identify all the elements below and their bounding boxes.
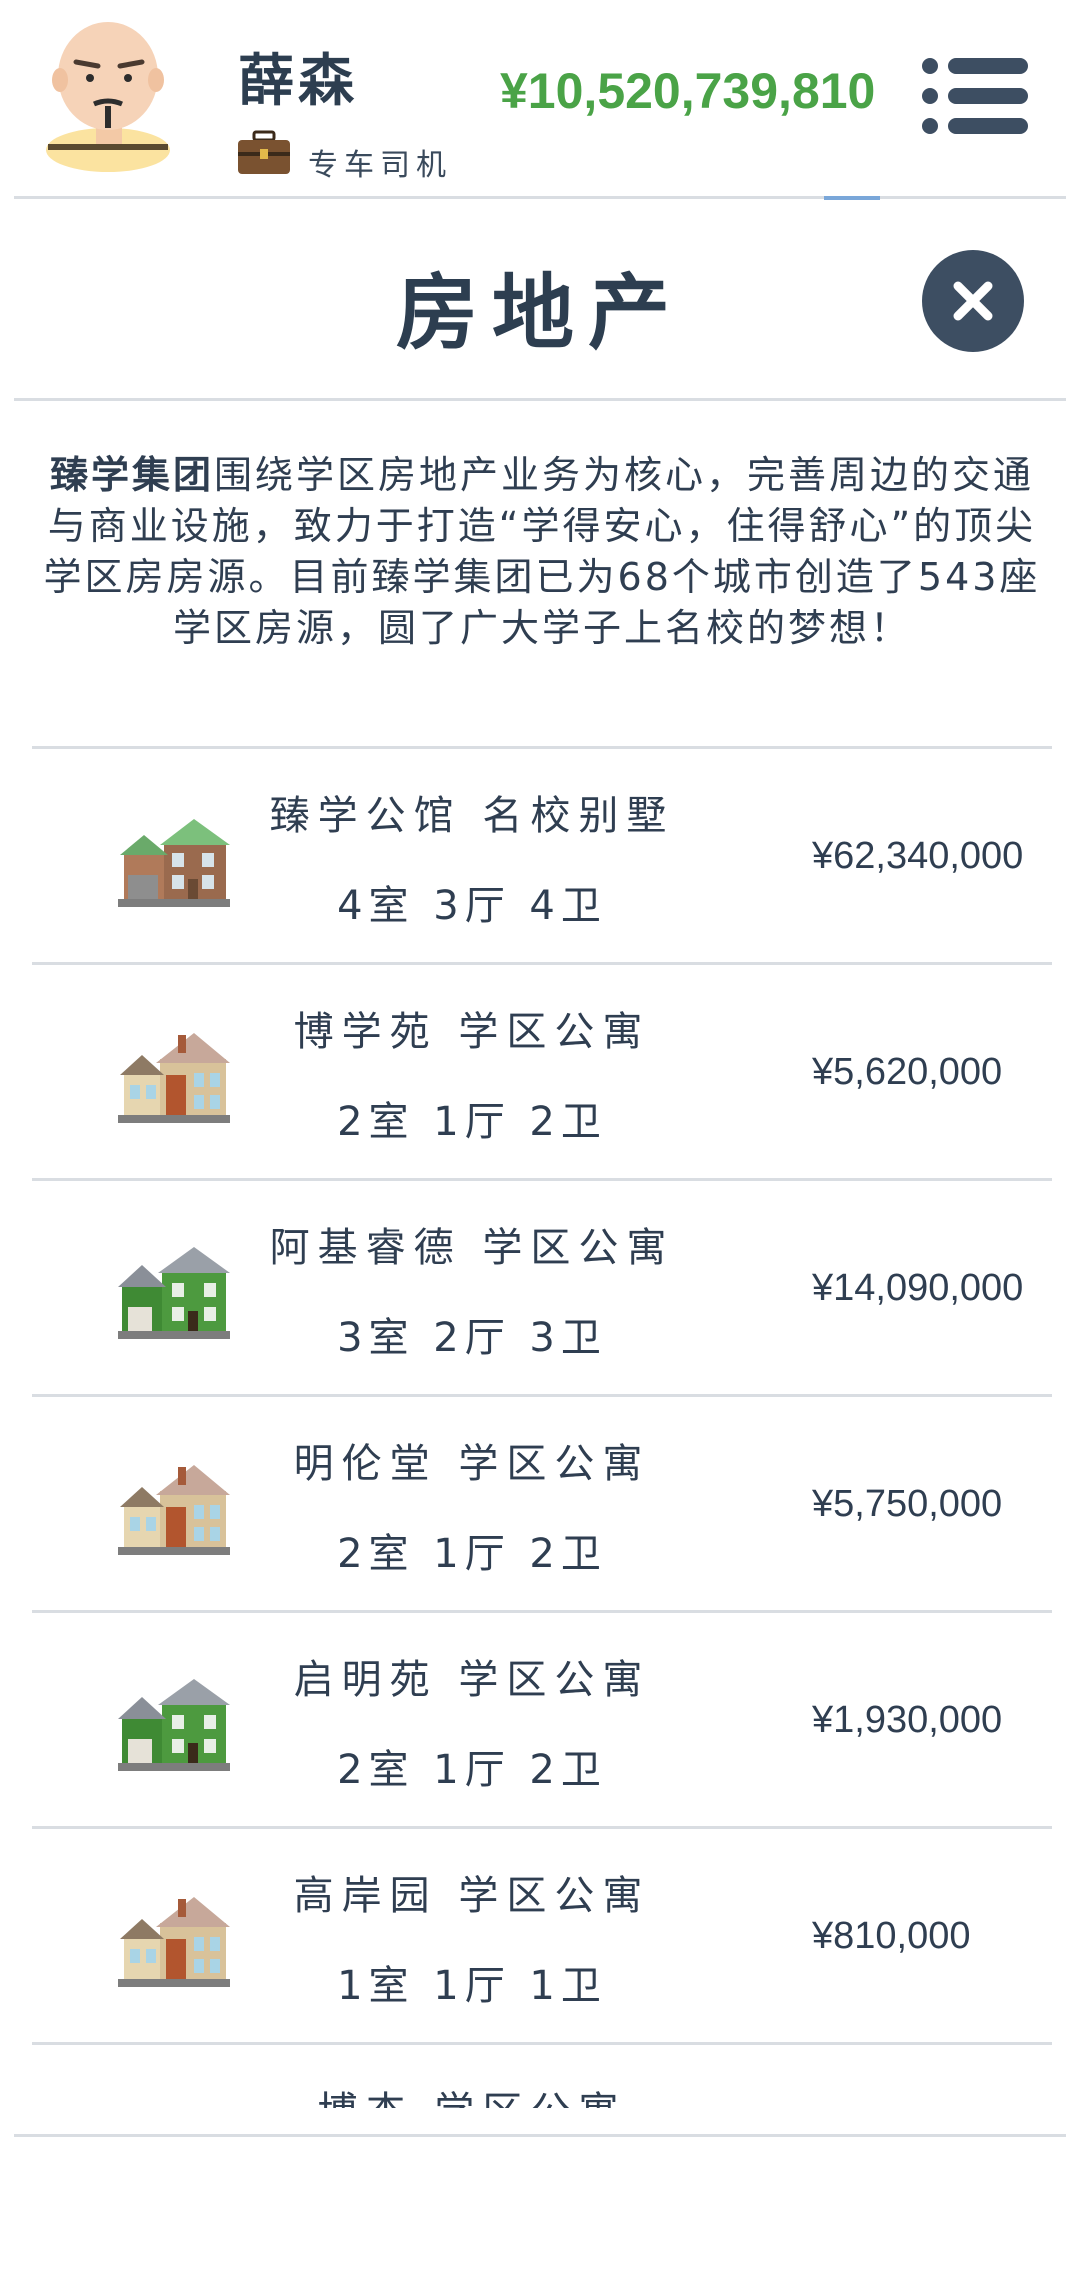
tab-indicator: [824, 196, 880, 200]
property-layout: 1室 1厅 1卫: [337, 1963, 607, 2009]
close-button[interactable]: [922, 250, 1024, 352]
header-divider: [14, 196, 1066, 199]
menu-icon[interactable]: [920, 56, 1030, 136]
page-title: 房地产: [395, 266, 684, 361]
property-row[interactable]: 博学苑 学区公寓 2室 1厅 2卫 ¥5,620,000: [32, 965, 1052, 1181]
property-row[interactable]: 博杰 学区公寓: [32, 2045, 1052, 2108]
beige-house-icon: [114, 1461, 232, 1557]
company-name: 臻学集团: [49, 453, 214, 497]
property-list[interactable]: 臻学公馆 名校别墅 4室 3厅 4卫 ¥62,340,000 博学苑 学区公寓 2室 1…: [0, 746, 1080, 2108]
property-name: 博学苑 学区公寓: [293, 1009, 651, 1055]
beige-house-icon: [114, 1893, 232, 1989]
property-name: 臻学公馆 名校别墅: [269, 793, 675, 839]
villa-house-icon: [114, 813, 232, 909]
property-row[interactable]: 启明苑 学区公寓 2室 1厅 2卫 ¥1,930,000: [32, 1613, 1052, 1829]
property-layout: 2室 1厅 2卫: [337, 1531, 607, 1577]
player-name: 薛森: [238, 49, 358, 114]
property-name: 启明苑 学区公寓: [293, 1657, 651, 1703]
company-description: 臻学集团围绕学区房地产业务为核心，完善周边的交通与商业设施，致力于打造“学得安心…: [36, 450, 1048, 654]
title-divider: [14, 398, 1066, 401]
close-icon: [953, 281, 993, 321]
property-row[interactable]: 臻学公馆 名校别墅 4室 3厅 4卫 ¥62,340,000: [32, 749, 1052, 965]
property-row[interactable]: 高岸园 学区公寓 1室 1厅 1卫 ¥810,000: [32, 1829, 1052, 2045]
property-name: 高岸园 学区公寓: [293, 1873, 651, 1919]
property-layout: 3室 2厅 3卫: [337, 1315, 607, 1361]
beige-house-icon: [114, 1029, 232, 1125]
green-house-icon: [114, 1245, 232, 1341]
money-balance: ¥10,520,739,810: [500, 63, 876, 119]
briefcase-icon: [236, 130, 292, 176]
property-name: 阿基睿德 学区公寓: [269, 1225, 675, 1271]
top-bar: 薛森 专车司机 ¥10,520,739,810: [0, 0, 1080, 196]
property-layout: 2室 1厅 2卫: [337, 1099, 607, 1145]
property-price: ¥5,750,000: [812, 1483, 1003, 1525]
property-price: ¥14,090,000: [812, 1267, 1024, 1309]
green-house-icon: [114, 1677, 232, 1773]
property-price: ¥5,620,000: [812, 1051, 1003, 1093]
avatar-icon: [46, 22, 170, 172]
property-layout: 4室 3厅 4卫: [337, 883, 607, 929]
job-label: 专车司机: [308, 148, 452, 183]
property-name: 明伦堂 学区公寓: [293, 1441, 651, 1487]
property-price: ¥62,340,000: [812, 835, 1024, 877]
property-layout: 2室 1厅 2卫: [337, 1747, 607, 1793]
property-price: ¥810,000: [812, 1915, 971, 1957]
property-name: 博杰 学区公寓: [232, 2079, 712, 2108]
bottom-divider: [14, 2134, 1066, 2137]
avatar[interactable]: [42, 14, 178, 174]
property-price: ¥1,930,000: [812, 1699, 1003, 1741]
property-row[interactable]: 阿基睿德 学区公寓 3室 2厅 3卫 ¥14,090,000: [32, 1181, 1052, 1397]
property-row[interactable]: 明伦堂 学区公寓 2室 1厅 2卫 ¥5,750,000: [32, 1397, 1052, 1613]
